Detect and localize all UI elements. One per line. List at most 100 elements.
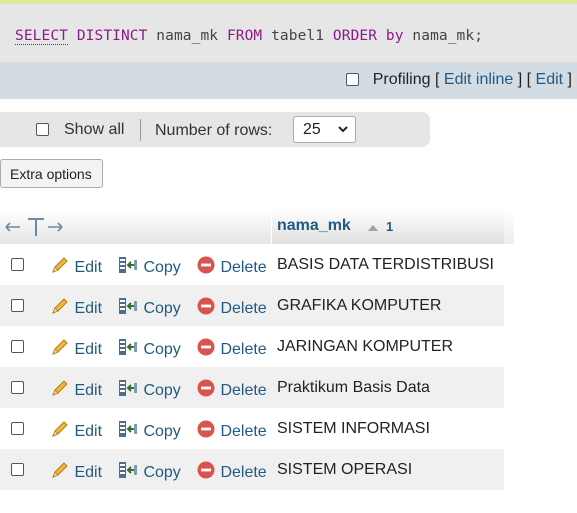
sql-keyword: by xyxy=(385,28,404,44)
delete-icon xyxy=(197,256,215,274)
cell-nama-mk: JARINGAN KOMPUTER xyxy=(277,338,454,355)
copy-label: Copy xyxy=(143,423,181,440)
sql-text: nama_mk; xyxy=(403,28,484,44)
edit-row-button[interactable]: Edit xyxy=(50,419,102,441)
show-all-checkbox[interactable] xyxy=(36,123,49,136)
table-row: Edit Copy Delete BASIS DATA TERDISTRIBUS… xyxy=(0,244,504,285)
nav-separator xyxy=(140,119,141,141)
sql-query-box: SELECT DISTINCT nama_mk FROM tabel1 ORDE… xyxy=(0,4,577,62)
chevron-down-icon xyxy=(338,126,348,133)
row-checkbox[interactable] xyxy=(11,299,24,312)
row-checkbox[interactable] xyxy=(11,340,24,353)
delete-row-button[interactable]: Delete xyxy=(196,296,267,318)
row-checkbox[interactable] xyxy=(11,422,24,435)
table-row: Edit Copy Delete Praktikum Basis Data xyxy=(0,367,504,408)
column-header-nama-mk[interactable]: nama_mk 1 xyxy=(272,209,504,244)
profiling-checkbox[interactable] xyxy=(346,73,360,86)
delete-icon xyxy=(197,379,215,397)
copy-row-icon xyxy=(119,257,137,273)
copy-row-button[interactable]: Copy xyxy=(117,419,181,441)
copy-row-button[interactable]: Copy xyxy=(117,460,181,482)
edit-row-button[interactable]: Edit xyxy=(50,337,102,359)
copy-row-button[interactable]: Copy xyxy=(117,255,181,277)
copy-row-icon xyxy=(119,339,137,355)
copy-row-button[interactable]: Copy xyxy=(117,296,181,318)
copy-row-button[interactable]: Copy xyxy=(117,378,181,400)
delete-label: Delete xyxy=(220,423,267,440)
sql-keyword: DISTINCT xyxy=(76,28,148,44)
delete-label: Delete xyxy=(220,382,267,399)
extra-options-label: Extra options xyxy=(10,166,92,182)
table-row: Edit Copy Delete SISTEM INFORMASI xyxy=(0,408,504,449)
column-resize-arrows-icon[interactable] xyxy=(4,217,66,237)
profiling-label: Profiling xyxy=(372,71,431,88)
delete-row-button[interactable]: Delete xyxy=(196,255,267,277)
edit-row-button[interactable]: Edit xyxy=(50,255,102,277)
copy-row-icon xyxy=(119,421,137,437)
delete-icon xyxy=(197,297,215,315)
cell-nama-mk: SISTEM INFORMASI xyxy=(277,420,430,437)
delete-icon xyxy=(197,338,215,356)
cell-nama-mk: BASIS DATA TERDISTRIBUSI xyxy=(277,256,494,273)
edit-inline-link[interactable]: Edit inline xyxy=(444,71,513,88)
edit-label: Edit xyxy=(74,382,103,399)
copy-row-icon xyxy=(119,298,137,314)
pencil-icon xyxy=(52,421,68,437)
delete-row-button[interactable]: Delete xyxy=(196,460,267,482)
edit-label: Edit xyxy=(74,300,103,317)
number-of-rows-select[interactable]: 25 xyxy=(293,116,356,143)
delete-row-button[interactable]: Delete xyxy=(196,337,267,359)
edit-label: Edit xyxy=(74,259,103,276)
navigation-bar: Show all Number of rows: 25 xyxy=(0,112,430,147)
sql-keyword[interactable]: SELECT xyxy=(15,28,68,45)
edit-label: Edit xyxy=(74,464,103,481)
show-all-label[interactable]: Show all xyxy=(64,121,124,139)
row-checkbox[interactable] xyxy=(11,258,24,271)
table-header-edge xyxy=(504,209,514,244)
copy-label: Copy xyxy=(143,300,181,317)
sort-index: 1 xyxy=(386,219,394,234)
edit-row-button[interactable]: Edit xyxy=(50,378,102,400)
pencil-icon xyxy=(52,339,68,355)
table-header-actions xyxy=(0,209,271,244)
number-of-rows-label: Number of rows: xyxy=(155,122,273,139)
sql-keyword: ORDER xyxy=(332,28,378,44)
copy-row-icon xyxy=(119,462,137,478)
extra-options-button[interactable]: Extra options xyxy=(0,159,103,188)
delete-label: Delete xyxy=(220,259,267,276)
row-checkbox[interactable] xyxy=(11,381,24,394)
delete-row-button[interactable]: Delete xyxy=(196,419,267,441)
edit-label: Edit xyxy=(74,341,103,358)
pencil-icon xyxy=(52,298,68,314)
table-row: Edit Copy Delete SISTEM OPERASI xyxy=(0,449,504,490)
sql-keyword: FROM xyxy=(226,28,263,44)
delete-label: Delete xyxy=(220,464,267,481)
sort-ascending-icon xyxy=(368,225,378,231)
copy-row-icon xyxy=(119,380,137,396)
cell-nama-mk: Praktikum Basis Data xyxy=(277,379,430,396)
bracket-mid: ] [ xyxy=(517,71,532,88)
cell-nama-mk: GRAFIKA KOMPUTER xyxy=(277,297,442,314)
number-of-rows-value: 25 xyxy=(303,121,321,138)
sql-query-text: SELECT DISTINCT nama_mk FROM tabel1 ORDE… xyxy=(15,28,484,45)
cell-nama-mk: SISTEM OPERASI xyxy=(277,461,413,478)
delete-icon xyxy=(197,420,215,438)
edit-query-link[interactable]: Edit xyxy=(536,71,564,88)
profiling-bar: Profiling [ Edit inline ] [ Edit ] xyxy=(0,62,577,99)
table-row: Edit Copy Delete GRAFIKA KOMPUTER xyxy=(0,285,504,326)
pencil-icon xyxy=(52,462,68,478)
row-checkbox[interactable] xyxy=(11,463,24,476)
delete-row-button[interactable]: Delete xyxy=(196,378,267,400)
copy-label: Copy xyxy=(143,341,181,358)
table-row: Edit Copy Delete JARINGAN KOMPUTER xyxy=(0,326,504,367)
copy-row-button[interactable]: Copy xyxy=(117,337,181,359)
bracket-close: ] xyxy=(567,71,572,88)
edit-row-button[interactable]: Edit xyxy=(50,460,102,482)
edit-row-button[interactable]: Edit xyxy=(50,296,102,318)
column-name[interactable]: nama_mk xyxy=(277,217,351,235)
copy-label: Copy xyxy=(143,382,181,399)
pencil-icon xyxy=(52,380,68,396)
copy-label: Copy xyxy=(143,259,181,276)
